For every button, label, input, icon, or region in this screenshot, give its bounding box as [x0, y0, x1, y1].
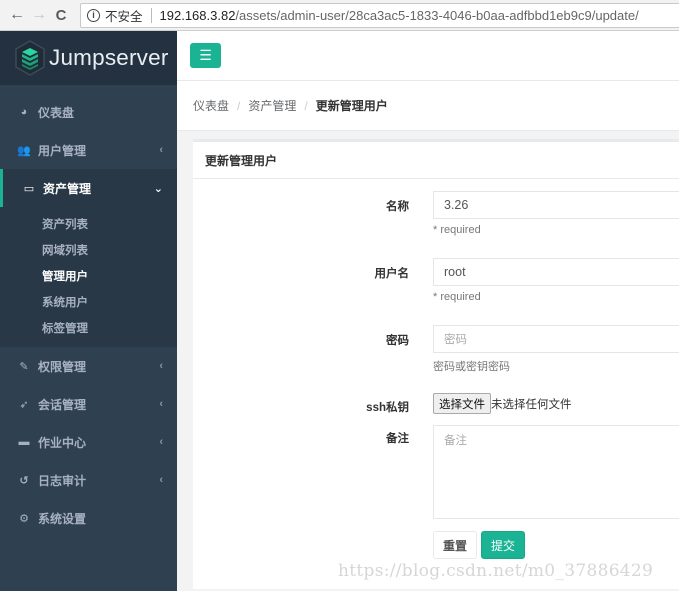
- update-admin-user-card: 更新管理用户 名称 3.26 * required 用户名 root * req…: [193, 139, 679, 589]
- reload-icon: C: [55, 6, 67, 24]
- chevron-left-icon: ‹: [159, 144, 163, 156]
- logo[interactable]: Jumpserver: [0, 31, 177, 85]
- rocket-icon: ➶: [19, 398, 29, 411]
- sidebar-subitem-asset-list[interactable]: 资产列表: [0, 211, 177, 237]
- forward-button[interactable]: →: [28, 4, 50, 26]
- sidebar-item-dashboard[interactable]: ◕ 仪表盘: [0, 93, 177, 131]
- address-bar[interactable]: i 不安全 192.168.3.82/assets/admin-user/28c…: [80, 2, 679, 28]
- users-icon: 👥: [17, 144, 31, 157]
- chevron-left-icon: ‹: [159, 398, 163, 410]
- sidebar-item-label: 资产管理: [43, 181, 92, 196]
- menu-toggle-button[interactable]: ☰: [190, 43, 221, 68]
- edit-icon: ✎: [19, 360, 29, 373]
- username-label: 用户名: [374, 268, 410, 280]
- breadcrumb-current: 更新管理用户: [315, 99, 388, 113]
- sidebar: Jumpserver ◕ 仪表盘 👥 用户管理 ‹ ▭ 资产管理 ⌄ 资产列表 …: [0, 31, 177, 591]
- password-input[interactable]: 密码: [433, 325, 679, 353]
- url-path: /assets/admin-user/28ca3ac5-1833-4046-b0…: [235, 7, 639, 23]
- sidebar-item-label: 日志审计: [38, 473, 87, 488]
- reload-button[interactable]: C: [50, 4, 72, 26]
- chevron-down-icon: ⌄: [153, 182, 163, 195]
- reset-button[interactable]: 重置: [433, 531, 477, 559]
- history-icon: ↺: [19, 474, 29, 487]
- omnibox-divider: [150, 7, 152, 23]
- sidebar-subitem-labels[interactable]: 标签管理: [0, 315, 177, 341]
- comment-textarea[interactable]: 备注: [433, 425, 679, 519]
- sidebar-item-label: 权限管理: [38, 359, 87, 374]
- inbox-icon: ▭: [23, 182, 35, 195]
- breadcrumb-separator: /: [237, 98, 241, 113]
- arrow-left-icon: ←: [9, 6, 25, 23]
- sidebar-item-permissions[interactable]: ✎ 权限管理 ‹: [0, 347, 177, 385]
- info-icon[interactable]: i: [87, 8, 100, 22]
- sidebar-item-jobs[interactable]: ▬ 作业中心 ‹: [0, 423, 177, 461]
- sidebar-item-label: 作业中心: [38, 435, 87, 450]
- choose-file-button[interactable]: 选择文件: [433, 393, 491, 414]
- sidebar-item-label: 会话管理: [38, 397, 87, 412]
- ssh-key-label: ssh私钥: [366, 402, 409, 414]
- coffee-icon: ▬: [18, 436, 30, 448]
- chevron-left-icon: ‹: [159, 474, 163, 486]
- sidebar-subitem-system-user[interactable]: 系统用户: [0, 289, 177, 315]
- sidebar-item-audit[interactable]: ↺ 日志审计 ‹: [0, 461, 177, 499]
- file-status: 未选择任何文件: [491, 399, 572, 411]
- sidebar-item-label: 仪表盘: [38, 105, 75, 120]
- name-label: 名称: [386, 201, 409, 213]
- top-navbar: ☰: [177, 31, 679, 81]
- chevron-left-icon: ‹: [159, 436, 163, 448]
- sidebar-item-settings[interactable]: ⚙ 系统设置: [0, 499, 177, 537]
- security-label[interactable]: 不安全: [105, 6, 143, 25]
- assets-submenu: 资产列表 网域列表 管理用户 系统用户 标签管理: [0, 207, 177, 347]
- breadcrumb-assets[interactable]: 资产管理: [248, 97, 296, 114]
- submit-button[interactable]: 提交: [481, 531, 525, 559]
- sidebar-item-label: 用户管理: [38, 143, 87, 158]
- breadcrumb-separator: /: [304, 98, 308, 113]
- card-title: 更新管理用户: [193, 139, 679, 179]
- name-help: * required: [433, 224, 481, 236]
- url-host: 192.168.3.82: [159, 7, 236, 23]
- username-help: * required: [433, 291, 481, 303]
- arrow-right-icon: →: [31, 6, 47, 23]
- password-label: 密码: [386, 335, 409, 347]
- main-content: ☰ 仪表盘 / 资产管理 / 更新管理用户 更新管理用户 名称 3.26 * r…: [177, 31, 679, 591]
- sidebar-item-sessions[interactable]: ➶ 会话管理 ‹: [0, 385, 177, 423]
- brand-name: Jumpserver: [49, 45, 169, 70]
- name-input[interactable]: 3.26: [433, 191, 679, 219]
- password-help: 密码或密钥密码: [433, 361, 510, 373]
- comment-label: 备注: [386, 433, 409, 445]
- browser-toolbar: ← → C i 不安全 192.168.3.82/assets/admin-us…: [0, 0, 679, 31]
- gears-icon: ⚙: [19, 512, 29, 525]
- sidebar-item-assets[interactable]: ▭ 资产管理 ⌄: [0, 169, 177, 207]
- sidebar-subitem-domain-list[interactable]: 网域列表: [0, 237, 177, 263]
- chevron-left-icon: ‹: [159, 360, 163, 372]
- dashboard-icon: ◕: [20, 106, 28, 118]
- hamburger-icon: ☰: [199, 47, 212, 63]
- jumpserver-logo-icon: [15, 40, 45, 76]
- back-button[interactable]: ←: [6, 4, 28, 26]
- username-input[interactable]: root: [433, 258, 679, 286]
- watermark: https://blog.csdn.net/m0_37886429: [338, 561, 654, 581]
- breadcrumb: 仪表盘 / 资产管理 / 更新管理用户: [177, 81, 679, 131]
- sidebar-item-label: 系统设置: [38, 511, 87, 526]
- breadcrumb-dashboard[interactable]: 仪表盘: [193, 97, 229, 114]
- sidebar-item-users[interactable]: 👥 用户管理 ‹: [0, 131, 177, 169]
- sidebar-subitem-admin-user[interactable]: 管理用户: [0, 263, 177, 289]
